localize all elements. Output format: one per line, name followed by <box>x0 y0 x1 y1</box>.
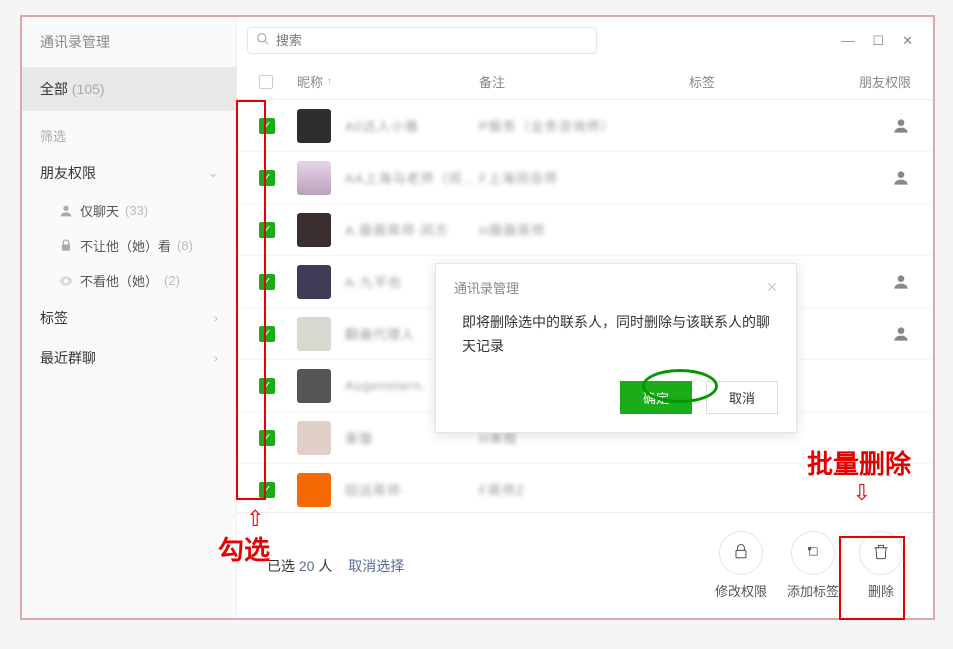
delete-button[interactable]: 删除 <box>859 531 903 600</box>
search-icon <box>256 32 270 49</box>
avatar <box>297 421 331 455</box>
column-tag[interactable]: 标签 <box>689 72 859 91</box>
nickname-text: A.薇薇蒋师·闵方 <box>345 220 449 239</box>
row-checkbox[interactable]: ✓ <box>259 222 275 238</box>
close-button[interactable]: ✕ <box>902 33 913 49</box>
annotation-select-label: 勾选 <box>218 530 270 567</box>
remark-text: F蒋师Z <box>479 483 525 498</box>
nickname-text: AA上海马老师（闵… <box>345 168 476 187</box>
table-row[interactable]: ✓ A.薇薇蒋师·闵方 H薇薇蒋师 <box>237 204 933 256</box>
column-remark[interactable]: 备注 <box>479 72 689 91</box>
avatar <box>297 317 331 351</box>
confirm-button[interactable]: 确定 <box>620 381 692 414</box>
avatar <box>297 109 331 143</box>
sidebar-item-all[interactable]: 全部 (105) <box>22 67 236 111</box>
avatar <box>297 213 331 247</box>
sidebar-subitem-label: 不看他（她） <box>80 271 158 290</box>
remark-text: H薇薇蒋师 <box>479 223 545 238</box>
cancel-button[interactable]: 取消 <box>706 381 778 414</box>
row-checkbox[interactable]: ✓ <box>259 430 275 446</box>
sidebar-item-hide-their[interactable]: 不看他（她） (2) <box>22 263 236 298</box>
close-icon[interactable]: ✕ <box>766 279 778 296</box>
sidebar-item-chat-only[interactable]: 仅聊天 (33) <box>22 193 236 228</box>
annotation-arrow-down-icon: ⇩ <box>853 480 871 506</box>
selection-info: 已选 20 人 取消选择 <box>267 556 404 576</box>
nickname-text: 楽璇 <box>345 428 373 447</box>
nickname-text: Augenstern. <box>345 378 426 393</box>
remark-text: P服务（业务咨询师） <box>479 119 615 134</box>
sidebar-item-friend-permission[interactable]: 朋友权限 ⌄ <box>22 153 236 193</box>
sort-asc-icon: ↑ <box>327 76 332 87</box>
maximize-button[interactable]: ☐ <box>872 33 884 49</box>
permission-icon <box>859 272 911 292</box>
person-icon <box>58 203 74 219</box>
row-checkbox[interactable]: ✓ <box>259 118 275 134</box>
permission-icon <box>859 324 911 344</box>
avatar <box>297 265 331 299</box>
lock-icon <box>58 238 74 254</box>
nickname-text: A·九平也 <box>345 272 402 291</box>
confirm-delete-modal: 通讯录管理 ✕ 即将删除选中的联系人，同时删除与该联系人的聊天记录 确定 取消 <box>435 263 797 433</box>
table-header: 昵称 ↑ 备注 标签 朋友权限 <box>237 64 933 100</box>
chevron-right-icon: › <box>214 311 218 325</box>
row-checkbox[interactable]: ✓ <box>259 326 275 342</box>
column-nickname[interactable]: 昵称 ↑ <box>297 72 479 91</box>
nickname-text: A0达人小雅 <box>345 116 419 135</box>
chevron-down-icon: ⌄ <box>208 166 218 180</box>
search-input-wrapper[interactable] <box>247 27 597 54</box>
cancel-selection-link[interactable]: 取消选择 <box>348 558 404 574</box>
search-input[interactable] <box>276 33 588 48</box>
nickname-text: 招远蒋师· <box>345 480 406 499</box>
avatar <box>297 369 331 403</box>
sidebar-recent-label: 最近群聊 <box>40 348 96 368</box>
row-checkbox[interactable]: ✓ <box>259 378 275 394</box>
sidebar-item-recent-group[interactable]: 最近群聊 › <box>22 338 236 378</box>
modal-body: 即将删除选中的联系人，同时删除与该联系人的聊天记录 <box>454 311 778 359</box>
sidebar-tag-label: 标签 <box>40 308 68 328</box>
annotation-batch-delete-label: 批量删除 <box>807 444 911 481</box>
sidebar-all-count: (105) <box>72 81 105 97</box>
selection-count: 20 <box>299 558 315 574</box>
remark-text: F上海闵岳师 <box>479 171 558 186</box>
chevron-right-icon: › <box>214 351 218 365</box>
table-row[interactable]: ✓ A0达人小雅 P服务（业务咨询师） <box>237 100 933 152</box>
lock-icon <box>731 542 751 565</box>
sidebar: 通讯录管理 全部 (105) 筛选 朋友权限 ⌄ 仅聊天 (33) 不让他（她）… <box>22 17 237 618</box>
sidebar-subitem-count: (8) <box>177 238 193 253</box>
sidebar-filter-label: 筛选 <box>22 111 236 153</box>
topbar: — ☐ ✕ <box>237 17 933 64</box>
sidebar-all-label: 全部 <box>40 81 68 97</box>
window-title: 通讯录管理 <box>22 17 236 67</box>
remark-text: H来程 <box>479 431 517 446</box>
permission-icon <box>859 116 911 136</box>
bottom-bar: 已选 20 人 取消选择 修改权限 添加标签 <box>237 512 933 618</box>
column-permission[interactable]: 朋友权限 <box>859 72 911 91</box>
sidebar-subitem-count: (33) <box>125 203 148 218</box>
row-checkbox[interactable]: ✓ <box>259 482 275 498</box>
minimize-button[interactable]: — <box>841 33 854 49</box>
annotation-arrow-up-icon: ⇧ <box>246 506 264 532</box>
row-checkbox[interactable]: ✓ <box>259 170 275 186</box>
permission-icon <box>859 168 911 188</box>
trash-icon <box>871 542 891 565</box>
modal-title: 通讯录管理 <box>454 278 519 297</box>
sidebar-item-hide-from[interactable]: 不让他（她）看 (8) <box>22 228 236 263</box>
sidebar-perm-label: 朋友权限 <box>40 163 96 183</box>
row-checkbox[interactable]: ✓ <box>259 274 275 290</box>
sidebar-item-tags[interactable]: 标签 › <box>22 298 236 338</box>
sidebar-subitem-label: 不让他（她）看 <box>80 236 171 255</box>
modify-permission-button[interactable]: 修改权限 <box>715 531 767 600</box>
avatar <box>297 473 331 507</box>
sidebar-subitem-count: (2) <box>164 273 180 288</box>
table-row[interactable]: ✓ AA上海马老师（闵…F上海闵岳师 <box>237 152 933 204</box>
sidebar-subitem-label: 仅聊天 <box>80 201 119 220</box>
nickname-text: 翻遍代理人 <box>345 324 415 343</box>
tag-icon <box>803 542 823 565</box>
select-all-checkbox[interactable] <box>259 75 273 89</box>
avatar <box>297 161 331 195</box>
add-tag-button[interactable]: 添加标签 <box>787 531 839 600</box>
eye-off-icon <box>58 273 74 289</box>
